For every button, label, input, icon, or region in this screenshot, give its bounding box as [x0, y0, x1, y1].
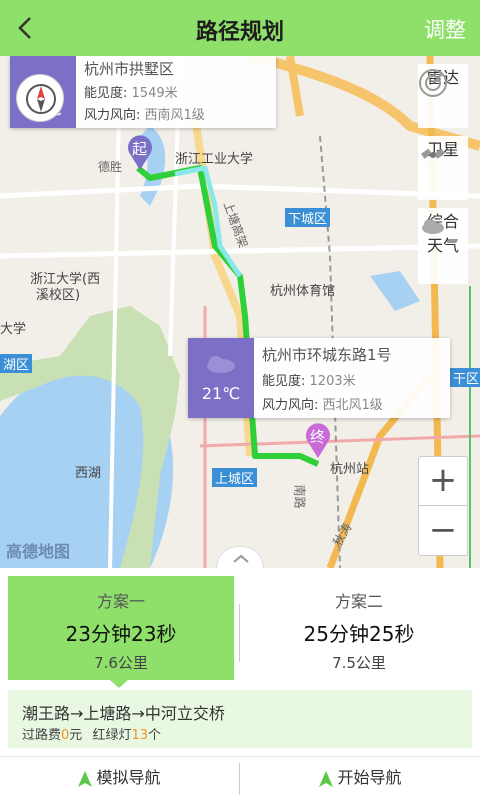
map-label-univ-left: 大学 [0, 322, 27, 337]
plan-1-distance: 7.6公里 [94, 654, 148, 672]
weather-mid-visibility-value: 1203米 [309, 374, 356, 389]
plan-selector: 方案一 23分钟23秒 7.6公里 方案二 25分钟25秒 7.5公里 [0, 568, 480, 690]
plan-option-1[interactable]: 方案一 23分钟23秒 7.6公里 [8, 576, 234, 680]
map-label-stadium: 杭州体育馆 [270, 284, 336, 299]
route-summary: 潮王路→上塘路→中河立交桥 过路费0元 红绿灯13个 [8, 690, 472, 748]
weather-mid-wind-label: 风力风向: [262, 398, 319, 413]
lights-value: 13 [131, 728, 149, 743]
selected-plan-pointer [110, 680, 128, 688]
header-bar: 路径规划 调整 [0, 0, 480, 56]
map-label-zhejiang-univ-tech: 浙江工业大学 [175, 152, 254, 167]
app-root: 路径规划 调整 浙江工业大学 德胜 上塘高架 下城区 杭州体育馆 浙江大学(西 … [0, 0, 480, 800]
weather-mid-visibility: 能见度: 1203米 [262, 370, 356, 389]
weather-top-wind: 风力风向: 西南风1级 [84, 104, 205, 123]
plan-2-distance: 7.5公里 [332, 654, 386, 672]
start-navigation-label: 开始导航 [337, 768, 402, 787]
map-label-road-desheng: 德胜 [98, 160, 123, 174]
page-title: 路径规划 [195, 20, 284, 45]
start-marker[interactable]: 起 [126, 134, 154, 170]
weather-mid-temp: 21℃ [201, 384, 241, 403]
end-marker[interactable]: 终 [304, 422, 332, 458]
zoom-out-button[interactable]: − [419, 507, 467, 556]
weather-cloud-icon [422, 219, 444, 234]
weather-top-visibility-label: 能见度: [84, 86, 128, 101]
map-label-station: 杭州站 [330, 462, 370, 477]
weather-mid-visibility-label: 能见度: [262, 374, 306, 389]
weather-top-wind-value: 西南风1级 [144, 108, 205, 123]
navigation-arrow-icon [319, 770, 334, 787]
navigation-arrow-icon [78, 770, 93, 787]
end-marker-label: 终 [310, 428, 326, 446]
route-info: 过路费0元 红绿灯13个 [22, 724, 161, 743]
weather-layer-button[interactable]: 综合 天气 [418, 208, 468, 284]
collapse-panel-tab[interactable] [216, 546, 264, 568]
weather-card-mid-side: 21℃ [188, 338, 254, 418]
toll-unit: 元 [69, 728, 83, 743]
weather-card-mid[interactable]: 21℃ 杭州市环城东路1号 能见度: 1203米 风力风向: 西北风1级 [188, 338, 450, 418]
map-label-xihu: 西湖 [75, 466, 102, 481]
lights-label: 红绿灯 [92, 728, 132, 743]
map-label-road-nanlu: 南路 [292, 484, 307, 509]
satellite-layer-button[interactable]: 卫星 [418, 136, 468, 200]
map-view[interactable]: 浙江工业大学 德胜 上塘高架 下城区 杭州体育馆 浙江大学(西 溪校区) 大学 … [0, 56, 480, 568]
compass-icon [26, 84, 56, 114]
weather-top-wind-label: 风力风向: [84, 108, 141, 123]
simulate-navigation-button[interactable]: 模拟导航 [0, 757, 239, 800]
map-label-lake-district: 湖区 [0, 354, 33, 373]
start-marker-label: 起 [132, 140, 148, 158]
compass-button[interactable] [16, 74, 64, 122]
zoom-controls: + − [418, 456, 468, 556]
chevron-up-icon [233, 554, 249, 563]
weather-mid-wind-value: 西北风1级 [322, 398, 383, 413]
cloud-icon [207, 356, 235, 373]
map-label-zju-2: 溪校区) [36, 288, 81, 303]
adjust-button[interactable]: 调整 [424, 14, 466, 44]
satellite-icon [421, 148, 445, 159]
plan-2-name: 方案二 [334, 592, 383, 611]
weather-top-place: 杭州市拱墅区 [84, 60, 175, 78]
map-label-shangcheng: 上城区 [212, 468, 258, 487]
plan-option-2[interactable]: 方案二 25分钟25秒 7.5公里 [246, 576, 472, 680]
navigation-bar: 模拟导航 开始导航 [0, 756, 480, 800]
weather-mid-place: 杭州市环城东路1号 [262, 346, 392, 364]
radar-layer-button[interactable]: 雷达 [418, 64, 468, 128]
route-path: 潮王路→上塘路→中河立交桥 [22, 704, 225, 723]
map-canvas [0, 56, 480, 568]
plan-1-name: 方案一 [96, 592, 145, 611]
weather-mid-wind: 风力风向: 西北风1级 [262, 394, 383, 413]
plan-2-time: 25分钟25秒 [303, 622, 415, 646]
map-brand-logo: 高德地图 [6, 542, 71, 561]
zoom-in-button[interactable]: + [419, 457, 467, 506]
plan-divider [239, 604, 240, 662]
toll-label: 过路费 [22, 728, 62, 743]
nav-divider [239, 763, 240, 795]
plan-1-time: 23分钟23秒 [65, 622, 177, 646]
map-label-xiacheng: 下城区 [285, 208, 331, 227]
weather-top-visibility: 能见度: 1549米 [84, 82, 178, 101]
start-navigation-button[interactable]: 开始导航 [241, 757, 480, 800]
simulate-navigation-label: 模拟导航 [96, 768, 161, 787]
radar-icon [419, 69, 447, 97]
weather-top-visibility-value: 1549米 [131, 86, 178, 101]
map-label-ganqu: 干区 [450, 368, 480, 387]
lights-unit: 个 [148, 728, 162, 743]
